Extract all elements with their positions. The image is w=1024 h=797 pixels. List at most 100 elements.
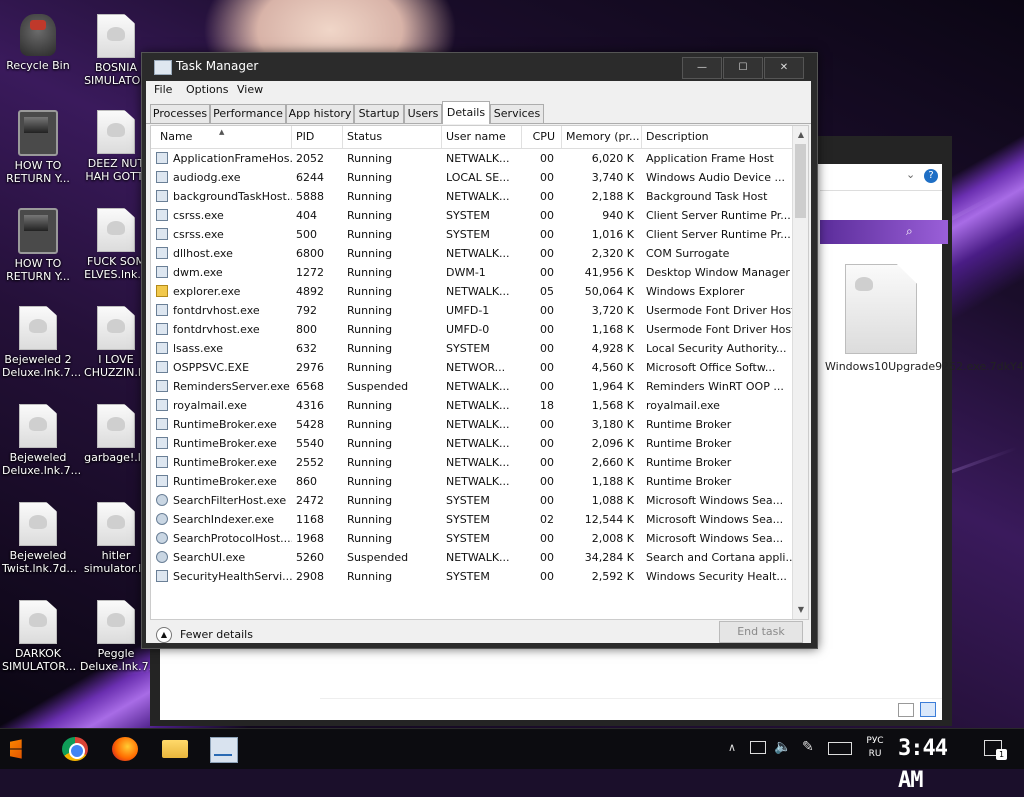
menu-file[interactable]: File (154, 83, 172, 96)
desktop-icon[interactable]: HOW TO RETURN Y... (2, 208, 74, 283)
process-icon (156, 475, 168, 487)
process-icon (156, 513, 168, 525)
table-row[interactable]: OSPPSVC.EXE 2976 Running NETWOR... 00 4,560 K… (151, 358, 792, 377)
tab-startup[interactable]: Startup (354, 104, 404, 123)
table-row[interactable]: SearchUI.exe 5260 Suspended NETWALK... 00 34,… (151, 548, 792, 567)
table-row[interactable]: SecurityHealthServi... 2908 Running SYSTEM 0… (151, 567, 792, 586)
help-icon[interactable]: ? (924, 169, 938, 183)
taskbar-clock[interactable]: 3:44 AM (898, 733, 968, 793)
cell-pid: 800 (296, 323, 317, 336)
file-label[interactable]: Windows10Upgrade9252.exe.7dkY4cSw (825, 360, 1024, 373)
start-icon[interactable] (10, 739, 22, 759)
cell-pid: 2052 (296, 152, 324, 165)
task-manager-window[interactable]: Task Manager — ☐ ✕ File Options View Pro… (141, 52, 818, 649)
table-row[interactable]: explorer.exe 4892 Running NETWALK... 05 50,06… (151, 282, 792, 301)
scroll-down-icon[interactable]: ▼ (795, 603, 807, 617)
chrome-icon[interactable] (62, 737, 88, 761)
end-task-button[interactable]: End task (719, 621, 803, 643)
title-bar[interactable]: Task Manager — ☐ ✕ (142, 53, 817, 81)
table-row[interactable]: fontdrvhost.exe 800 Running UMFD-0 00 1,168 K… (151, 320, 792, 339)
desktop-icon-label: Bejeweled 2 Deluxe.lnk.7... (2, 353, 82, 379)
scrollbar-thumb[interactable] (795, 144, 806, 218)
table-row[interactable]: SearchFilterHost.exe 2472 Running SYSTEM 00 1… (151, 491, 792, 510)
file-explorer-icon[interactable] (162, 740, 188, 758)
table-row[interactable]: lsass.exe 632 Running SYSTEM 00 4,928 K Local … (151, 339, 792, 358)
column-header-pid[interactable]: PID (292, 126, 343, 148)
column-header-memory[interactable]: Memory (pr... (562, 126, 642, 148)
details-view-icon[interactable] (898, 703, 914, 717)
desktop-icon[interactable]: Recycle Bin (2, 14, 74, 72)
fewer-details-button[interactable]: ▲ Fewer details (156, 627, 253, 643)
table-row[interactable]: fontdrvhost.exe 792 Running UMFD-1 00 3,720 K… (151, 301, 792, 320)
cell-status: Running (347, 152, 393, 165)
maximize-button[interactable]: ☐ (723, 57, 763, 79)
table-row[interactable]: dwm.exe 1272 Running DWM-1 00 41,956 K Desktop… (151, 263, 792, 282)
column-header-cpu[interactable]: CPU (522, 126, 562, 148)
chevron-down-icon[interactable]: ⌄ (906, 168, 915, 181)
minimize-button[interactable]: — (682, 57, 722, 79)
cell-mem: 6,020 K (591, 152, 634, 165)
column-header-name[interactable]: ▲ Name (151, 126, 292, 148)
volume-icon[interactable]: 🔈 (774, 739, 791, 755)
desktop-icon-label: HOW TO RETURN Y... (6, 159, 70, 185)
close-button[interactable]: ✕ (764, 57, 804, 79)
table-row[interactable]: royalmail.exe 4316 Running NETWALK... 18 1,56… (151, 396, 792, 415)
desktop-icon[interactable]: Bejeweled 2 Deluxe.lnk.7... (2, 306, 82, 379)
process-details-table[interactable]: ▲ Name PID Status User name CPU Memory (… (150, 125, 809, 620)
desktop-icon[interactable]: Bejeweled Twist.lnk.7d... (2, 502, 77, 575)
task-manager-taskbar-icon[interactable] (210, 737, 238, 763)
firefox-icon[interactable] (112, 737, 138, 761)
tab-performance[interactable]: Performance (210, 104, 286, 123)
table-row[interactable]: SearchIndexer.exe 1168 Running SYSTEM 02 12,5… (151, 510, 792, 529)
table-row[interactable]: ApplicationFrameHos... 2052 Running NETWALK… (151, 149, 792, 168)
vertical-scrollbar[interactable]: ▲ ▼ (792, 126, 808, 619)
tab-users[interactable]: Users (404, 104, 442, 123)
column-header-description[interactable]: Description (642, 126, 792, 148)
desktop-icon[interactable]: Bejeweled Deluxe.lnk.7... (2, 404, 81, 477)
cell-desc: royalmail.exe (646, 399, 720, 412)
table-row[interactable]: RuntimeBroker.exe 5540 Running NETWALK... 00… (151, 434, 792, 453)
cell-pid: 5540 (296, 437, 324, 450)
table-row[interactable]: SearchProtocolHost.... 1968 Running SYSTEM 0… (151, 529, 792, 548)
cell-user: NETWALK... (446, 475, 510, 488)
table-row[interactable]: RuntimeBroker.exe 860 Running NETWALK... 00 1… (151, 472, 792, 491)
cell-cpu: 00 (540, 456, 554, 469)
tab-details[interactable]: Details (442, 101, 490, 124)
column-header-status[interactable]: Status (343, 126, 442, 148)
menu-options[interactable]: Options (186, 83, 228, 96)
explorer-search-box[interactable]: ⌕ (820, 220, 948, 244)
table-row[interactable]: RuntimeBroker.exe 5428 Running NETWALK... 00… (151, 415, 792, 434)
input-language-indicator[interactable]: РУС RU (862, 735, 888, 761)
file-icon[interactable] (845, 264, 917, 354)
explorer-address-bar[interactable]: ⌄ ? (820, 164, 942, 191)
sort-ascending-icon: ▲ (219, 128, 225, 136)
desktop-icon[interactable]: HOW TO RETURN Y... (2, 110, 74, 185)
tab-services[interactable]: Services (490, 104, 544, 123)
table-row[interactable]: audiodg.exe 6244 Running LOCAL SE... 00 3,740… (151, 168, 792, 187)
show-hidden-icons-icon[interactable]: ∧ (728, 741, 736, 754)
tab-app-history[interactable]: App history (286, 104, 354, 123)
cell-cpu: 00 (540, 247, 554, 260)
cell-desc: Search and Cortana appli... (646, 551, 792, 564)
large-icons-view-icon[interactable] (920, 702, 936, 717)
tab-processes[interactable]: Processes (150, 104, 210, 123)
table-row[interactable]: RuntimeBroker.exe 2552 Running NETWALK... 00… (151, 453, 792, 472)
lang-top: РУС (866, 736, 884, 746)
table-row[interactable]: csrss.exe 500 Running SYSTEM 00 1,016 K Client… (151, 225, 792, 244)
cell-pid: 5428 (296, 418, 324, 431)
table-row[interactable]: RemindersServer.exe 6568 Suspended NETWALK.… (151, 377, 792, 396)
scroll-up-icon[interactable]: ▲ (795, 128, 807, 142)
table-row[interactable]: csrss.exe 404 Running SYSTEM 00 940 K Client S… (151, 206, 792, 225)
cell-cpu: 00 (540, 228, 554, 241)
desktop-icon[interactable]: DARKOK SIMULATOR... (2, 600, 76, 673)
table-row[interactable]: backgroundTaskHost.... 5888 Running NETWALK… (151, 187, 792, 206)
cell-name: ApplicationFrameHos... (173, 152, 292, 165)
keyboard-icon[interactable] (828, 742, 852, 755)
network-icon[interactable] (750, 741, 766, 754)
menu-view[interactable]: View (237, 83, 263, 96)
recycle-bin-icon (20, 14, 56, 56)
table-row[interactable]: dllhost.exe 6800 Running NETWALK... 00 2,320 … (151, 244, 792, 263)
cell-cpu: 00 (540, 494, 554, 507)
pen-icon[interactable]: ✎ (802, 739, 814, 755)
column-header-user-name[interactable]: User name (442, 126, 522, 148)
